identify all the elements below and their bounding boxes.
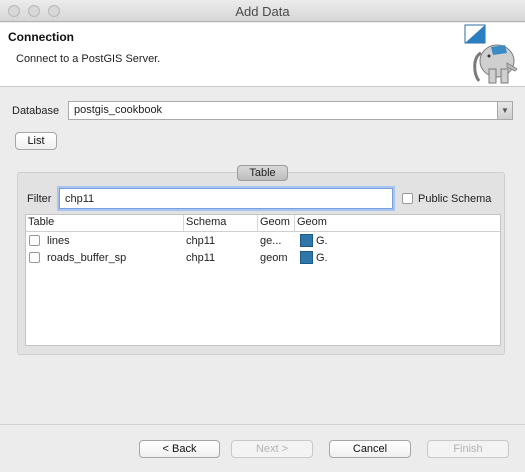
column-header-geom[interactable]: Geom — [260, 216, 290, 228]
public-schema-label: Public Schema — [418, 193, 492, 205]
next-button[interactable]: Next > — [231, 440, 313, 458]
row-table-name: roads_buffer_sp — [47, 252, 127, 264]
column-header-schema[interactable]: Schema — [186, 216, 226, 228]
row-geom-type: G. — [316, 252, 328, 264]
postgis-elephant-icon — [464, 24, 518, 84]
row-geom-type: G. — [316, 235, 328, 247]
column-header-table[interactable]: Table — [28, 216, 54, 228]
list-button[interactable]: List — [15, 132, 57, 150]
database-label: Database — [12, 105, 60, 117]
row-checkbox[interactable] — [29, 252, 40, 263]
row-checkbox[interactable] — [29, 235, 40, 246]
public-schema-checkbox[interactable] — [402, 193, 413, 204]
window-titlebar: Add Data — [0, 0, 525, 22]
page-title: Connection — [8, 30, 74, 44]
wizard-header: Connection Connect to a PostGIS Server. — [0, 23, 525, 87]
footer-divider — [0, 424, 525, 425]
table-group-title: Table — [237, 165, 288, 181]
row-table-name: lines — [47, 235, 70, 247]
column-divider — [294, 215, 295, 231]
geometry-type-icon — [300, 234, 313, 247]
back-button[interactable]: < Back — [139, 440, 220, 458]
database-selected-value: postgis_cookbook — [74, 104, 163, 116]
column-divider — [183, 215, 184, 231]
chevron-down-icon[interactable]: ▼ — [497, 101, 513, 120]
filter-label: Filter — [27, 193, 52, 205]
tables-list: Table Schema Geom Geom lines chp11 ge...… — [25, 214, 501, 346]
column-divider — [257, 215, 258, 231]
row-geom: geom — [260, 252, 288, 264]
database-select[interactable]: postgis_cookbook ▼ — [68, 101, 513, 120]
geometry-type-icon — [300, 251, 313, 264]
cancel-button[interactable]: Cancel — [329, 440, 411, 458]
finish-button[interactable]: Finish — [427, 440, 509, 458]
row-schema: chp11 — [186, 252, 216, 264]
row-schema: chp11 — [186, 235, 216, 247]
column-header-geom-type[interactable]: Geom — [297, 216, 327, 228]
window-title: Add Data — [235, 4, 290, 19]
page-description: Connect to a PostGIS Server. — [16, 53, 161, 65]
header-separator — [26, 231, 500, 232]
row-geom: ge... — [260, 235, 282, 247]
filter-input[interactable]: chp11 — [59, 188, 393, 209]
filter-value: chp11 — [65, 193, 95, 205]
